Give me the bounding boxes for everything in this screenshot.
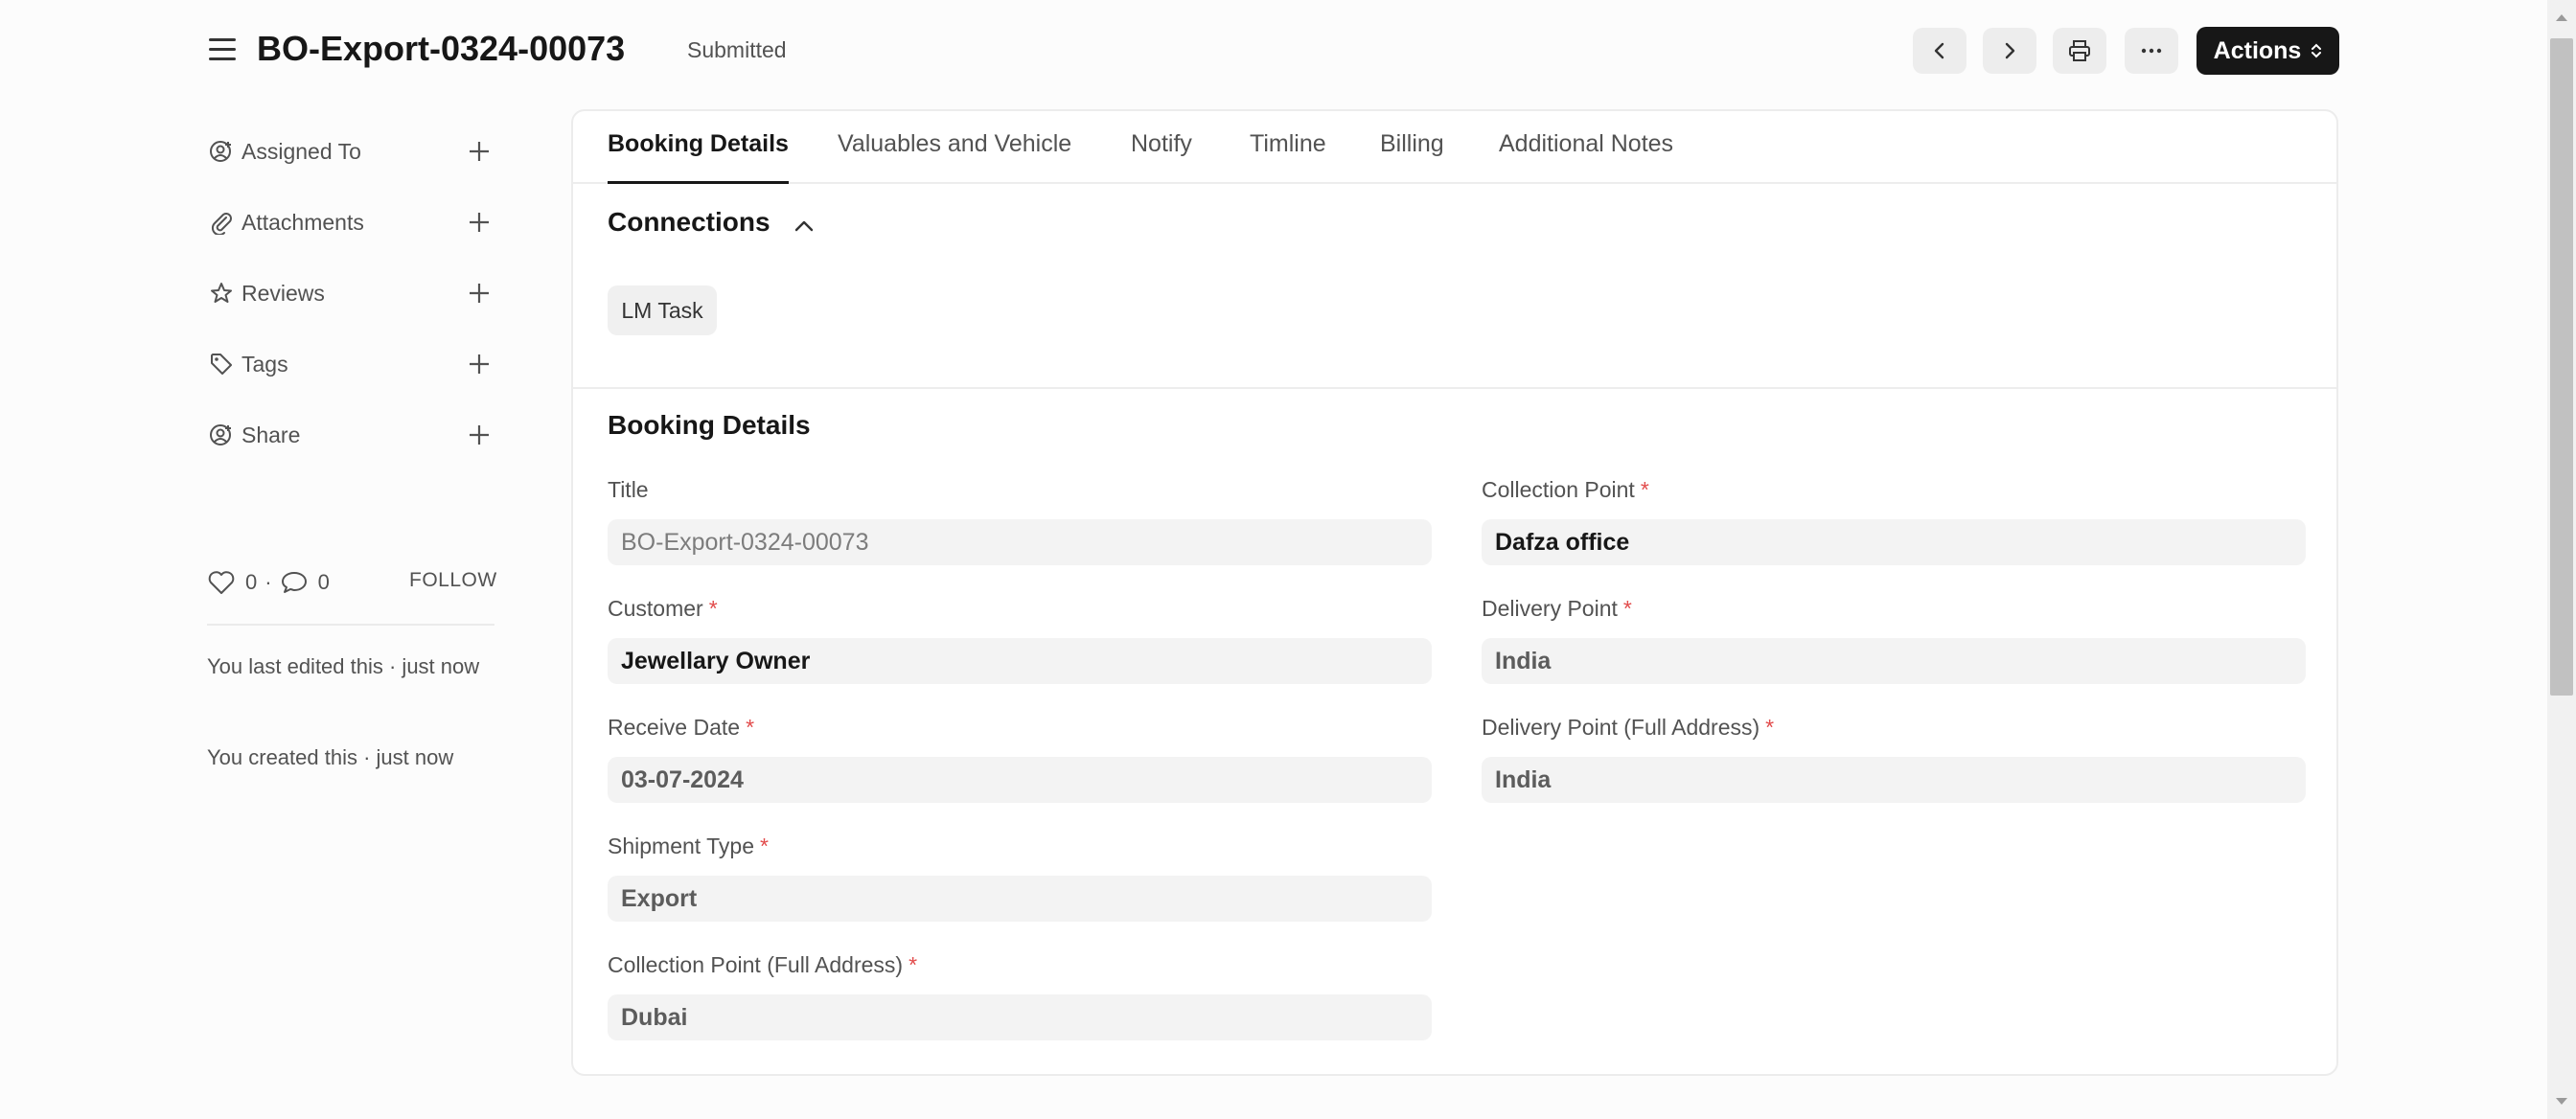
chevron-right-icon bbox=[2005, 42, 2015, 59]
scrollbar-thumb[interactable] bbox=[2550, 38, 2573, 696]
sidebar-item-reviews[interactable]: Reviews bbox=[207, 272, 494, 314]
actions-label: Actions bbox=[2213, 36, 2302, 64]
connection-chip-lm-task[interactable]: LM Task bbox=[608, 285, 717, 335]
separator-dot: · bbox=[264, 570, 272, 594]
activity-created: You created this · just now bbox=[207, 745, 454, 769]
field-label-collection-point: Collection Point * bbox=[1482, 477, 1649, 502]
section-divider bbox=[573, 387, 2336, 389]
tab-valuables-and-vehicle[interactable]: Valuables and Vehicle bbox=[838, 130, 1071, 184]
tab-additional-notes[interactable]: Additional Notes bbox=[1499, 130, 1673, 184]
paperclip-icon bbox=[207, 208, 236, 237]
actions-button[interactable]: Actions bbox=[2196, 27, 2339, 75]
page-title: BO-Export-0324-00073 bbox=[257, 29, 626, 68]
sidebar-item-share[interactable]: Share bbox=[207, 414, 494, 456]
field-label-customer: Customer * bbox=[608, 596, 718, 621]
more-icon bbox=[2141, 48, 2162, 54]
sidebar-divider bbox=[207, 624, 494, 626]
assign-user-icon bbox=[207, 137, 236, 166]
more-button[interactable] bbox=[2125, 28, 2178, 74]
tab-billing[interactable]: Billing bbox=[1380, 130, 1444, 184]
delivery-point-field[interactable]: India bbox=[1482, 638, 2306, 684]
tab-timline[interactable]: Timline bbox=[1250, 130, 1326, 184]
plus-icon[interactable] bbox=[464, 420, 494, 450]
status-badge: Submitted bbox=[687, 37, 787, 62]
sidebar-item-label: Reviews bbox=[242, 280, 325, 306]
like-count: 0 bbox=[245, 570, 258, 594]
sidebar-item-attachments[interactable]: Attachments bbox=[207, 201, 494, 243]
hamburger-icon[interactable] bbox=[209, 38, 236, 61]
sidebar-item-tags[interactable]: Tags bbox=[207, 343, 494, 385]
chevron-left-icon bbox=[1934, 42, 1944, 59]
tab-bar: Booking Details Valuables and Vehicle No… bbox=[573, 111, 2336, 184]
field-label-title: Title bbox=[608, 477, 649, 502]
plus-icon[interactable] bbox=[464, 207, 494, 238]
field-label-delivery-point: Delivery Point * bbox=[1482, 596, 1632, 621]
plus-icon[interactable] bbox=[464, 349, 494, 379]
heart-icon[interactable] bbox=[207, 569, 236, 596]
sidebar-item-assigned-to[interactable]: Assigned To bbox=[207, 130, 494, 172]
plus-icon[interactable] bbox=[464, 278, 494, 308]
printer-icon bbox=[2069, 40, 2090, 61]
scroll-down-icon[interactable] bbox=[2553, 1092, 2570, 1109]
shipment-type-field[interactable]: Export bbox=[608, 876, 1432, 922]
delivery-full-address-field[interactable]: India bbox=[1482, 757, 2306, 803]
star-icon bbox=[207, 279, 236, 308]
field-label-shipment-type: Shipment Type * bbox=[608, 834, 769, 858]
follow-button[interactable]: FOLLOW bbox=[409, 569, 497, 592]
chevron-up-icon[interactable] bbox=[792, 217, 816, 236]
collection-full-address-field[interactable]: Dubai bbox=[608, 994, 1432, 1040]
activity-last-edited: You last edited this · just now bbox=[207, 654, 480, 678]
tab-notify[interactable]: Notify bbox=[1131, 130, 1192, 184]
previous-button[interactable] bbox=[1913, 28, 1966, 74]
print-button[interactable] bbox=[2053, 28, 2106, 74]
field-label-delivery-full-address: Delivery Point (Full Address) * bbox=[1482, 715, 1775, 740]
sort-icon bbox=[2312, 43, 2322, 58]
scroll-up-icon[interactable] bbox=[2553, 10, 2570, 27]
sidebar-item-label: Assigned To bbox=[242, 138, 361, 164]
sidebar-item-label: Share bbox=[242, 422, 301, 447]
title-field[interactable]: BO-Export-0324-00073 bbox=[608, 519, 1432, 565]
collection-point-field[interactable]: Dafza office bbox=[1482, 519, 2306, 565]
comment-icon[interactable] bbox=[280, 569, 309, 596]
customer-field[interactable]: Jewellary Owner bbox=[608, 638, 1432, 684]
connections-title[interactable]: Connections bbox=[608, 207, 770, 238]
receive-date-field[interactable]: 03-07-2024 bbox=[608, 757, 1432, 803]
share-user-icon bbox=[207, 421, 236, 449]
comment-count: 0 bbox=[317, 570, 330, 594]
booking-section-title: Booking Details bbox=[608, 410, 811, 440]
form-card: Booking Details Valuables and Vehicle No… bbox=[571, 109, 2338, 1076]
tab-booking-details[interactable]: Booking Details bbox=[608, 130, 789, 184]
next-button[interactable] bbox=[1983, 28, 2036, 74]
sidebar-item-label: Attachments bbox=[242, 209, 364, 235]
field-label-receive-date: Receive Date * bbox=[608, 715, 755, 740]
tag-icon bbox=[207, 350, 236, 378]
plus-icon[interactable] bbox=[464, 136, 494, 167]
sidebar-item-label: Tags bbox=[242, 351, 288, 377]
field-label-collection-full-address: Collection Point (Full Address) * bbox=[608, 952, 918, 977]
